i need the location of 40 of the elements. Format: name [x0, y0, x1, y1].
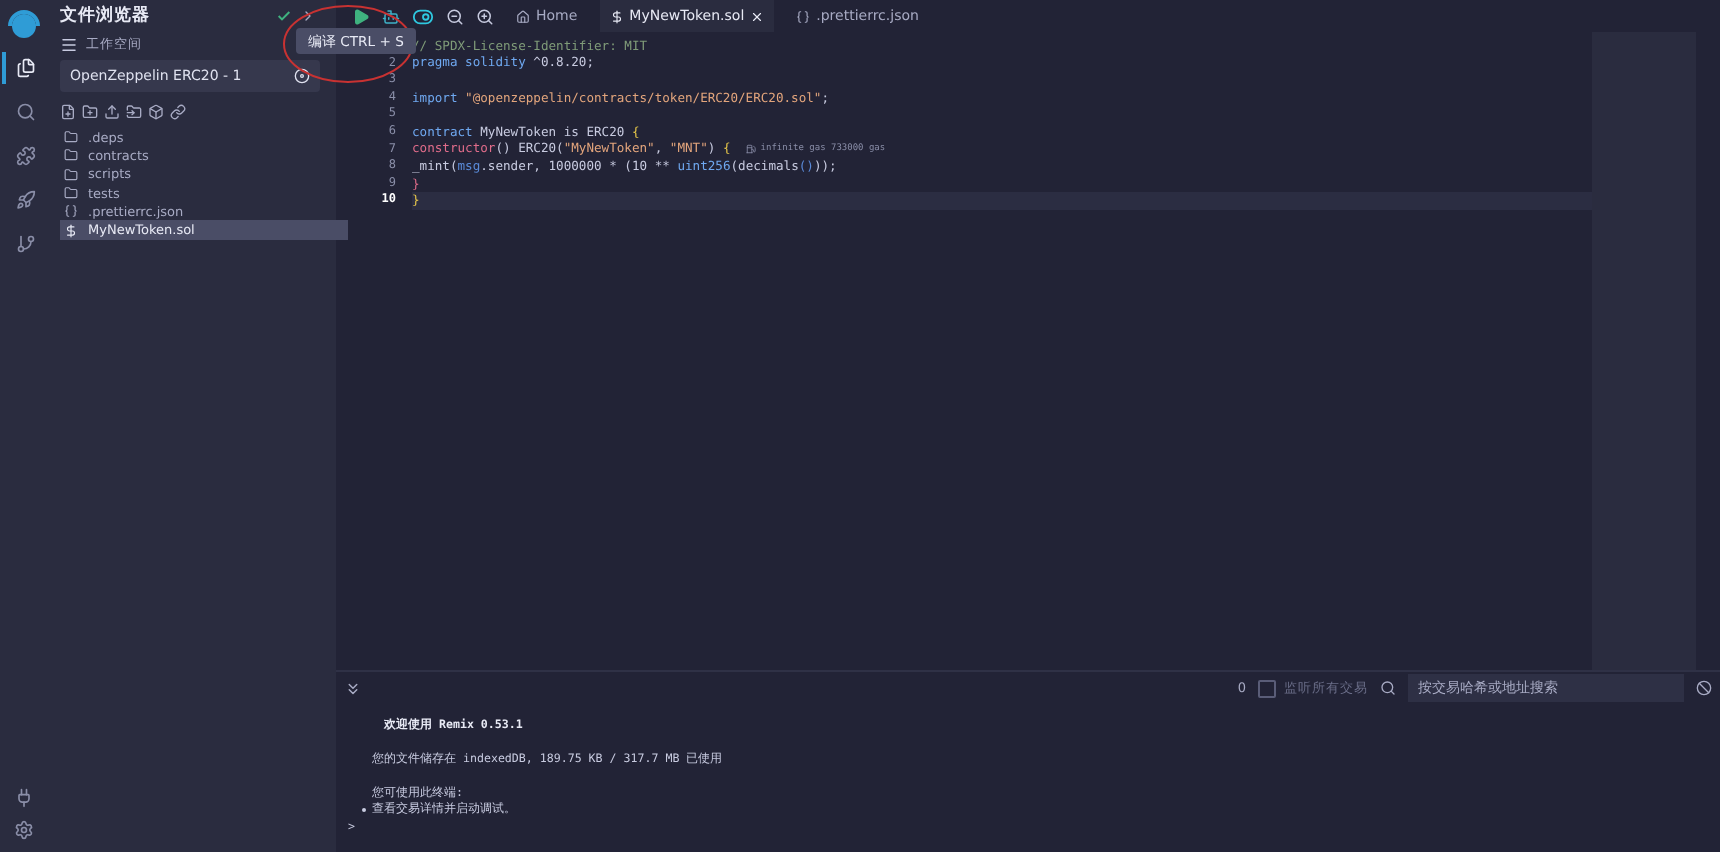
rocket-icon	[16, 190, 36, 210]
check-icon	[276, 8, 292, 24]
files-icon	[16, 58, 36, 78]
new-folder-icon[interactable]	[82, 104, 98, 120]
checkbox[interactable]	[1258, 679, 1276, 697]
collapse-icon[interactable]	[344, 679, 362, 697]
logo-icon	[6, 8, 42, 40]
search-icon	[1380, 680, 1396, 696]
folder-icon	[64, 186, 78, 201]
robot-icon[interactable]	[382, 7, 400, 25]
folder-icon	[64, 148, 78, 163]
dollar-icon	[64, 223, 78, 238]
upload-icon[interactable]	[104, 104, 120, 120]
new-file-icon[interactable]	[60, 104, 76, 120]
dropdown-icon	[294, 68, 310, 84]
close-icon[interactable]	[750, 9, 765, 23]
home-icon	[516, 9, 530, 23]
plug-icon[interactable]	[14, 788, 34, 808]
annotation-ellipse	[280, 2, 416, 86]
fuel-icon	[746, 144, 757, 155]
search-icon	[16, 102, 36, 122]
settings-icon[interactable]	[14, 820, 34, 840]
menu-icon[interactable]	[60, 35, 78, 53]
braces-icon	[64, 204, 78, 219]
zoom-out-icon[interactable]	[446, 7, 464, 25]
link-icon[interactable]	[170, 104, 186, 120]
panel-title: 文件浏览器	[60, 4, 152, 28]
dollar-icon	[609, 9, 624, 23]
run-icon[interactable]	[352, 7, 370, 25]
folder-icon	[64, 130, 78, 145]
clear-icon[interactable]	[1696, 680, 1712, 696]
cube-icon[interactable]	[148, 104, 164, 120]
folder-icon	[64, 167, 78, 182]
git-branch-icon	[16, 234, 36, 254]
toggle-icon[interactable]	[412, 5, 434, 27]
plugin-icon	[16, 146, 36, 166]
chevron-icon[interactable]	[300, 8, 316, 24]
zoom-in-icon[interactable]	[476, 7, 494, 25]
folder-import-icon[interactable]	[126, 104, 142, 120]
braces-icon	[796, 9, 811, 23]
